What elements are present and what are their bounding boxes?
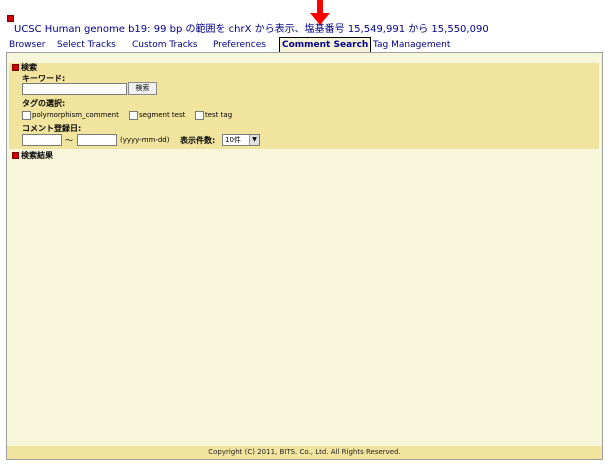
results-section-title: 検索結果	[21, 151, 53, 160]
date-label: コメント登録日:	[22, 124, 82, 133]
page-title: UCSC Human genome b19: 99 bp の範囲を chrX か…	[14, 24, 489, 35]
results-section-header[interactable]: 検索結果	[12, 150, 53, 161]
date-format-hint: (yyyy-mm-dd)	[120, 136, 170, 144]
tag-select-label: タグの選択:	[22, 99, 66, 108]
tab-browser[interactable]: Browser	[7, 38, 47, 52]
search-button[interactable]: 検索	[128, 82, 157, 95]
tag-label-polymorphism-comment: polymorphism_comment	[32, 111, 119, 119]
footer-copyright: Copyright (C) 2011, BITS. Co., Ltd. All …	[7, 446, 602, 459]
annotation-arrow-shaft	[317, 0, 323, 14]
chevron-down-icon[interactable]: ▼	[249, 135, 259, 145]
tab-custom-tracks[interactable]: Custom Tracks	[130, 38, 200, 52]
tag-checkbox-polymorphism-comment[interactable]	[22, 111, 31, 120]
tab-select-tracks[interactable]: Select Tracks	[55, 38, 118, 52]
date-to-input[interactable]	[77, 134, 117, 146]
tag-label-segment-test: segment test	[139, 111, 186, 119]
date-separator: ～	[65, 136, 73, 145]
tab-comment-search[interactable]: Comment Search	[279, 37, 372, 52]
count-select[interactable]: 10件 ▼	[222, 134, 260, 146]
tab-tag-management[interactable]: Tag Management	[371, 38, 452, 52]
count-label: 表示件数:	[180, 136, 216, 145]
search-collapse-icon[interactable]	[12, 64, 19, 71]
tag-checkbox-test-tag[interactable]	[195, 111, 204, 120]
tag-label-test-tag: test tag	[205, 111, 233, 119]
search-section-title: 検索	[21, 63, 37, 72]
search-section-header[interactable]: 検索	[12, 62, 37, 73]
date-from-input[interactable]	[22, 134, 62, 146]
results-collapse-icon[interactable]	[12, 152, 19, 159]
tab-preferences[interactable]: Preferences	[211, 38, 268, 52]
count-select-value: 10件	[225, 136, 241, 144]
tag-checkbox-segment-test[interactable]	[129, 111, 138, 120]
header-collapse-icon[interactable]	[7, 15, 14, 22]
keyword-input[interactable]	[22, 83, 127, 95]
